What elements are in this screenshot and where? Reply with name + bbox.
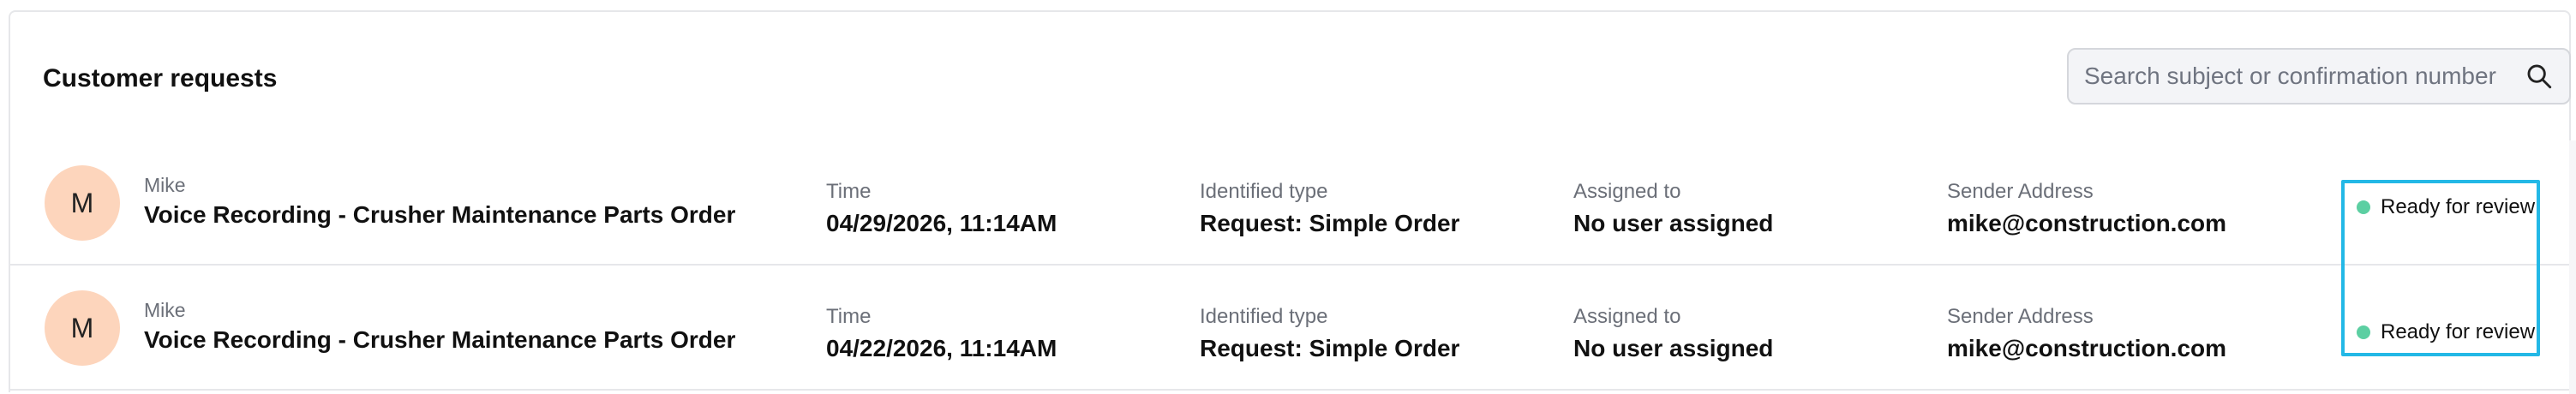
identified-type-value: Request: Simple Order [1200, 210, 1460, 236]
page-title: Customer requests [43, 64, 278, 93]
sender-address-value: mike@construction.com [1947, 335, 2227, 361]
identified-type-label: Identified type [1200, 305, 1328, 328]
assigned-to-value: No user assigned [1573, 335, 1774, 361]
status-badge: Ready for review [2357, 195, 2535, 219]
search-box[interactable] [2067, 48, 2571, 104]
request-subject[interactable]: Voice Recording - Crusher Maintenance Pa… [144, 325, 735, 355]
time-value: 04/22/2026, 11:14AM [826, 335, 1057, 361]
status-dot-icon [2357, 200, 2370, 214]
time-label: Time [826, 305, 872, 328]
assigned-to-label: Assigned to [1573, 305, 1681, 328]
scrollbar-track[interactable] [2569, 140, 2576, 394]
status-label: Ready for review [2381, 320, 2536, 343]
assigned-to-value: No user assigned [1573, 210, 1774, 236]
request-row[interactable]: M Mike Voice Recording - Crusher Mainten… [10, 266, 2569, 391]
status-label: Ready for review [2381, 195, 2536, 218]
status-badge: Ready for review [2357, 320, 2535, 344]
assigned-to-label: Assigned to [1573, 180, 1681, 203]
sender-name: Mike [144, 174, 186, 196]
avatar: M [45, 165, 120, 241]
sender-address-value: mike@construction.com [1947, 210, 2227, 236]
identified-type-label: Identified type [1200, 180, 1328, 203]
time-label: Time [826, 180, 872, 203]
request-subject[interactable]: Voice Recording - Crusher Maintenance Pa… [144, 200, 735, 230]
search-icon[interactable] [2525, 62, 2554, 91]
request-row[interactable]: M Mike Voice Recording - Crusher Mainten… [10, 140, 2569, 266]
identified-type-value: Request: Simple Order [1200, 335, 1460, 361]
request-list: M Mike Voice Recording - Crusher Mainten… [10, 140, 2569, 391]
search-input[interactable] [2084, 63, 2514, 90]
avatar: M [45, 290, 120, 366]
sender-address-label: Sender Address [1947, 180, 2094, 203]
time-value: 04/29/2026, 11:14AM [826, 210, 1057, 236]
sender-address-label: Sender Address [1947, 305, 2094, 328]
customer-requests-panel: Customer requests M Mike Voice Recording… [9, 10, 2576, 394]
sender-name: Mike [144, 299, 186, 321]
status-dot-icon [2357, 325, 2370, 339]
